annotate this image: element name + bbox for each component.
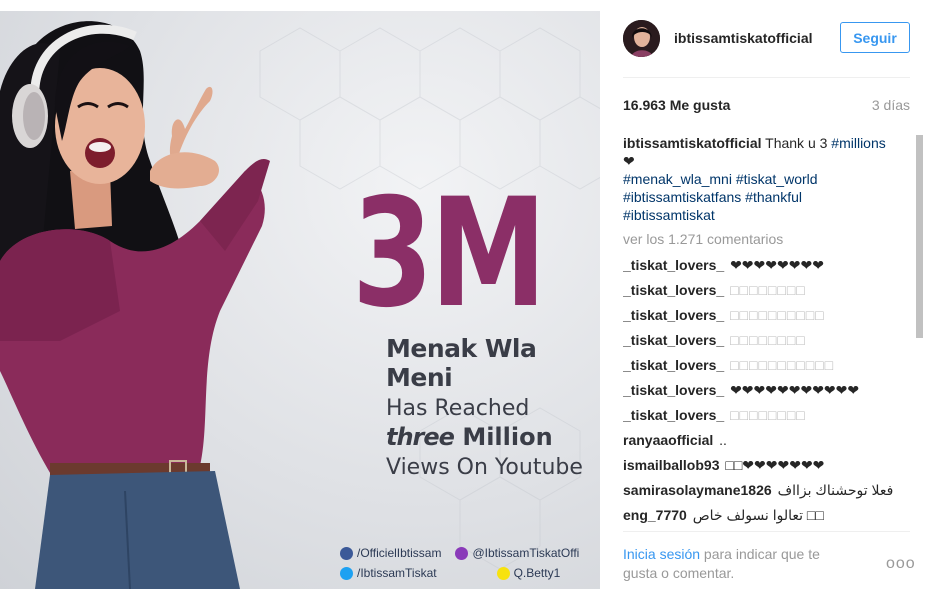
caption-heart: ❤ (623, 153, 635, 169)
comment-item: _tiskat_lovers_ ❤❤❤❤❤❤❤❤❤❤❤ (623, 381, 910, 406)
divider (623, 77, 910, 78)
promo-text: Menak Wla Meni Has Reached three Million… (386, 334, 600, 480)
comment-author[interactable]: ranyaaofficial (623, 432, 713, 448)
facebook-icon (340, 546, 353, 560)
comment-author[interactable]: _tiskat_lovers_ (623, 357, 724, 373)
caption-text: Thank u 3 (765, 135, 828, 151)
hashtag[interactable]: #tiskat_world (736, 171, 818, 187)
comment-text: □□□□□□□□□□ (730, 307, 825, 323)
woman-with-headphones-illustration (0, 21, 270, 589)
comment-author[interactable]: _tiskat_lovers_ (623, 407, 724, 423)
avatar[interactable] (623, 19, 660, 57)
comment-text: □□❤❤❤❤❤❤❤ (725, 457, 825, 473)
post-image[interactable]: 3M Menak Wla Meni Has Reached three Mill… (0, 11, 600, 589)
hashtag[interactable]: #thankful (745, 189, 802, 205)
scrollbar-thumb[interactable] (916, 135, 923, 338)
headline-3m: 3M (352, 167, 547, 341)
comment-item: ranyaaofficial .. (623, 431, 910, 456)
comment-item: _tiskat_lovers_ ❤❤❤❤❤❤❤❤ (623, 256, 910, 281)
social-handles: /OfficielIbtissam @IbtissamTiskatOffi /I… (340, 546, 579, 586)
more-options-icon[interactable]: ooo (886, 555, 916, 573)
comment-author[interactable]: _tiskat_lovers_ (623, 307, 724, 323)
social-instagram: @IbtissamTiskatOffi (455, 546, 579, 560)
comment-author[interactable]: samirasolaymane1826 (623, 482, 772, 498)
username-link[interactable]: ibtissamtiskatofficial (674, 30, 813, 46)
comment-text: ❤❤❤❤❤❤❤❤❤❤❤ (730, 382, 860, 398)
comment-text: □□□□□□□□ (730, 332, 806, 348)
post-time[interactable]: 3 días (872, 97, 910, 113)
caption-author[interactable]: ibtissamtiskatofficial (623, 135, 762, 151)
twitter-icon (340, 566, 353, 580)
comment-author[interactable]: ismailballob93 (623, 457, 719, 473)
comment-text: □□□□□□□□□□□ (730, 357, 835, 373)
comment-author[interactable]: _tiskat_lovers_ (623, 382, 724, 398)
comment-text: □□□□□□□□ (730, 407, 806, 423)
social-facebook: /OfficielIbtissam (340, 546, 441, 560)
song-title: Menak Wla Meni (386, 334, 537, 392)
promo-line-2: Has Reached (386, 396, 530, 421)
comment-author[interactable]: _tiskat_lovers_ (623, 332, 724, 348)
view-all-comments-link[interactable]: ver los 1.271 comentarios (623, 230, 910, 248)
hashtag[interactable]: #menak_wla_mni (623, 171, 732, 187)
divider (623, 531, 910, 532)
post-sidebar: ibtissamtiskatofficial Seguir 16.963 Me … (600, 0, 925, 591)
comment-item: samirasolaymane1826 فعلا توحشناك بزااف (623, 481, 910, 506)
post-caption: ibtissamtiskatofficial Thank u 3 #millio… (623, 134, 910, 224)
promo-three: three (386, 423, 455, 451)
promo-million: Million (462, 423, 553, 451)
post-stats: 16.963 Me gusta 3 días (623, 97, 910, 113)
comment-item: _tiskat_lovers_ □□□□□□□□ (623, 406, 910, 431)
social-twitter: /IbtissamTiskat (340, 566, 437, 580)
comment-author[interactable]: _tiskat_lovers_ (623, 282, 724, 298)
comment-item: _tiskat_lovers_ □□□□□□□□□□□ (623, 356, 910, 381)
comment-text: فعلا توحشناك بزااف (777, 482, 894, 498)
comment-author[interactable]: eng_7770 (623, 507, 687, 523)
comment-text: □□□□□□□□ (730, 282, 806, 298)
snapchat-icon (496, 566, 510, 580)
avatar-image (623, 19, 660, 57)
comment-text: .. (719, 432, 727, 448)
comment-item: _tiskat_lovers_ □□□□□□□□□□ (623, 306, 910, 331)
social-snapchat: Q.Betty1 (496, 566, 560, 580)
follow-button[interactable]: Seguir (840, 22, 910, 53)
login-link[interactable]: Inicia sesión (623, 546, 700, 562)
hashtag[interactable]: #millions (831, 135, 885, 151)
promo-line-4: Views On Youtube (386, 455, 583, 480)
instagram-icon (455, 546, 469, 560)
comment-text: ❤❤❤❤❤❤❤❤ (730, 257, 824, 273)
likes-count[interactable]: 16.963 Me gusta (623, 97, 730, 113)
comment-item: _tiskat_lovers_ □□□□□□□□ (623, 331, 910, 356)
comment-item: _tiskat_lovers_ □□□□□□□□ (623, 281, 910, 306)
comment-text: تعالوا نسولف خاص □□ (692, 507, 824, 523)
comments-list[interactable]: ibtissamtiskatofficial Thank u 3 #millio… (623, 134, 910, 530)
promo-line-3: three Million (386, 423, 600, 451)
comment-item: eng_7770 تعالوا نسولف خاص □□ (623, 506, 910, 530)
post-header: ibtissamtiskatofficial Seguir (623, 18, 910, 58)
hashtag[interactable]: #ibtissamtiskatfans (623, 189, 741, 205)
comment-item: ismailballob93 □□❤❤❤❤❤❤❤ (623, 456, 910, 481)
login-prompt: Inicia sesión para indicar que te gusta … (623, 545, 853, 583)
hashtag[interactable]: #ibtissamtiskat (623, 207, 715, 223)
comment-author[interactable]: _tiskat_lovers_ (623, 257, 724, 273)
comments-scrollbar[interactable] (916, 135, 923, 530)
